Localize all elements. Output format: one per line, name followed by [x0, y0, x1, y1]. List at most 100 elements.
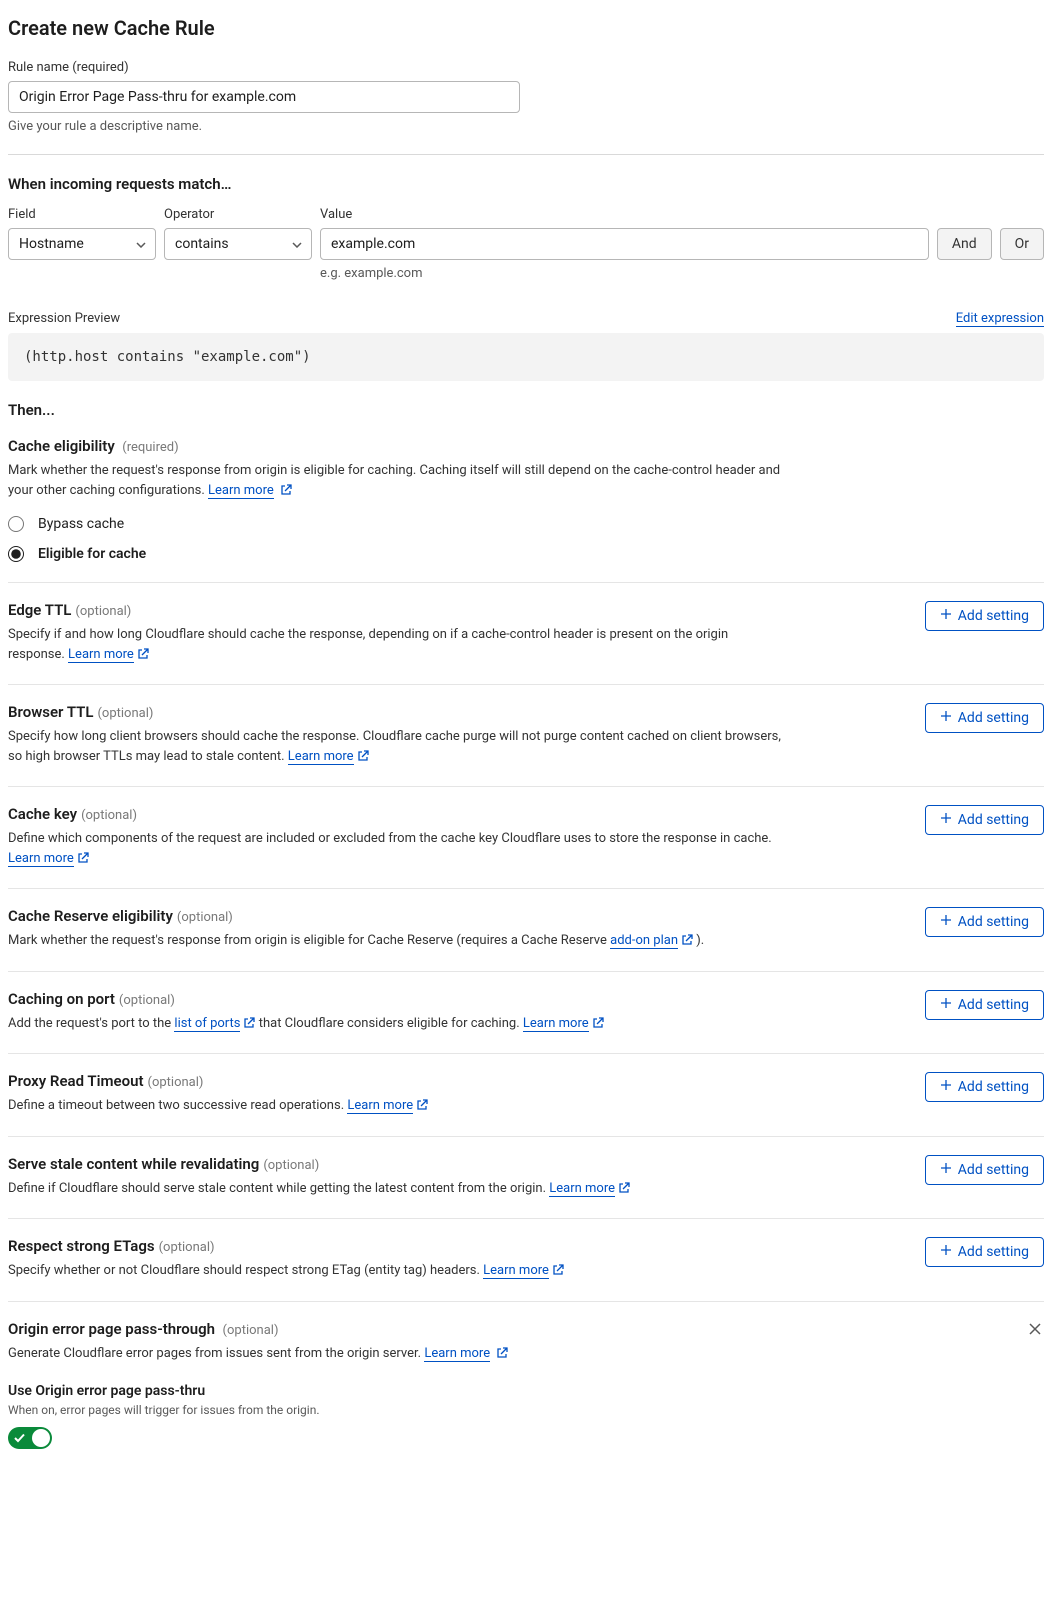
cache-eligibility-title: Cache eligibility	[8, 437, 115, 455]
bypass-cache-label[interactable]: Bypass cache	[38, 516, 124, 532]
close-icon	[1028, 1324, 1042, 1339]
plus-icon	[940, 1162, 952, 1178]
add-setting-label: Add setting	[958, 1244, 1029, 1260]
add-setting-button[interactable]: Add setting	[925, 601, 1044, 631]
optional-tag: (optional)	[81, 808, 137, 823]
eligible-cache-radio[interactable]	[8, 546, 24, 562]
toggle-knob	[32, 1429, 50, 1447]
external-link-icon	[552, 1263, 564, 1283]
add-setting-label: Add setting	[958, 710, 1029, 726]
optional-tag: (optional)	[97, 706, 153, 721]
add-setting-button[interactable]: Add setting	[925, 703, 1044, 733]
expr-label: Expression Preview	[8, 311, 120, 326]
learn-more-link[interactable]: Learn more	[483, 1263, 549, 1279]
add-setting-button[interactable]: Add setting	[925, 1155, 1044, 1185]
external-link-icon	[681, 933, 693, 953]
expression-preview: (http.host contains "example.com")	[8, 333, 1044, 381]
setting-block: Proxy Read Timeout (optional) Define a tim…	[8, 1053, 1044, 1136]
divider	[8, 154, 1044, 155]
external-link-icon	[416, 1098, 428, 1118]
learn-more-link[interactable]: Learn more	[8, 851, 74, 867]
setting-title: Respect strong ETags	[8, 1237, 155, 1255]
setting-block: Cache key(optional)Define which componen…	[8, 786, 1044, 888]
setting-desc: Specify whether or not Cloudflare should…	[8, 1261, 788, 1283]
add-setting-button[interactable]: Add setting	[925, 805, 1044, 835]
match-heading: When incoming requests match…	[8, 175, 1044, 193]
learn-more-link[interactable]: Learn more	[208, 483, 274, 499]
rule-name-help: Give your rule a descriptive name.	[8, 119, 520, 134]
edit-expression-link[interactable]: Edit expression	[956, 311, 1044, 327]
spacer	[1000, 207, 1044, 222]
cache-eligibility-desc: Mark whether the request's response from…	[8, 461, 788, 502]
field-select[interactable]: Hostname	[8, 228, 156, 260]
setting-title: Cache key	[8, 805, 77, 823]
operator-label: Operator	[164, 207, 312, 222]
then-heading: Then...	[8, 401, 1044, 419]
plus-icon	[940, 710, 952, 726]
plus-icon	[940, 1079, 952, 1095]
add-setting-button[interactable]: Add setting	[925, 990, 1044, 1020]
required-tag: (required)	[122, 440, 178, 455]
external-link-icon	[243, 1016, 255, 1036]
field-label: Field	[8, 207, 156, 222]
setting-title: Browser TTL	[8, 703, 93, 721]
setting-desc: Mark whether the request's response from…	[8, 931, 788, 953]
page-title: Create new Cache Rule	[8, 16, 1044, 40]
pass-thru-toggle[interactable]	[8, 1427, 52, 1449]
setting-title: Proxy Read Timeout	[8, 1072, 144, 1090]
optional-tag: (optional)	[148, 1075, 204, 1090]
value-input[interactable]	[320, 228, 929, 260]
eligible-cache-label[interactable]: Eligible for cache	[38, 546, 146, 562]
plus-icon	[940, 812, 952, 828]
external-link-icon	[137, 647, 149, 667]
add-setting-label: Add setting	[958, 1079, 1029, 1095]
optional-tag: (optional)	[159, 1240, 215, 1255]
operator-select[interactable]: contains	[164, 228, 312, 260]
setting-desc: Add the request's port to the list of po…	[8, 1014, 788, 1036]
setting-block: Cache Reserve eligibility(optional)Mark …	[8, 888, 1044, 971]
external-link-icon	[618, 1181, 630, 1201]
or-button[interactable]: Or	[1000, 228, 1044, 260]
bypass-cache-radio[interactable]	[8, 516, 24, 532]
spacer	[937, 207, 992, 222]
add-setting-button[interactable]: Add setting	[925, 1072, 1044, 1102]
optional-tag: (optional)	[223, 1323, 279, 1338]
external-link-icon	[592, 1016, 604, 1036]
optional-tag: (optional)	[75, 604, 131, 619]
setting-block: Caching on port (optional) Add the request…	[8, 971, 1044, 1054]
setting-block: Respect strong ETags (optional) Specify wh…	[8, 1218, 1044, 1301]
rule-name-input[interactable]	[8, 81, 520, 113]
inline-link[interactable]: add-on plan	[610, 933, 678, 949]
setting-desc: Specify how long client browsers should …	[8, 727, 788, 768]
learn-more-link[interactable]: Learn more	[424, 1346, 490, 1362]
plus-icon	[940, 1244, 952, 1260]
plus-icon	[940, 914, 952, 930]
origin-error-desc: Generate Cloudflare error pages from iss…	[8, 1344, 788, 1366]
setting-block: Edge TTL(optional)Specify if and how lon…	[8, 582, 1044, 684]
add-setting-button[interactable]: Add setting	[925, 1237, 1044, 1267]
external-link-icon	[496, 1346, 508, 1366]
and-button[interactable]: And	[937, 228, 992, 260]
pass-thru-toggle-help: When on, error pages will trigger for is…	[8, 1403, 1044, 1417]
learn-more-link[interactable]: Learn more	[347, 1098, 413, 1114]
add-setting-button[interactable]: Add setting	[925, 907, 1044, 937]
learn-more-link[interactable]: Learn more	[288, 749, 354, 765]
add-setting-label: Add setting	[958, 608, 1029, 624]
inline-link[interactable]: list of ports	[174, 1016, 240, 1032]
optional-tag: (optional)	[263, 1158, 319, 1173]
setting-desc: Specify if and how long Cloudflare shoul…	[8, 625, 788, 666]
external-link-icon	[357, 749, 369, 769]
setting-title: Serve stale content while revalidating	[8, 1155, 259, 1173]
plus-icon	[940, 608, 952, 624]
setting-desc: Define a timeout between two successive …	[8, 1096, 788, 1118]
learn-more-link[interactable]: Learn more	[68, 647, 134, 663]
setting-title: Caching on port	[8, 990, 115, 1008]
learn-more-link[interactable]: Learn more	[549, 1181, 615, 1197]
learn-more-link[interactable]: Learn more	[523, 1016, 589, 1032]
check-icon	[14, 1431, 25, 1446]
close-button[interactable]	[1026, 1320, 1044, 1341]
value-help: e.g. example.com	[320, 266, 929, 281]
optional-tag: (optional)	[119, 993, 175, 1008]
value-label: Value	[320, 207, 929, 222]
external-link-icon	[77, 851, 89, 871]
